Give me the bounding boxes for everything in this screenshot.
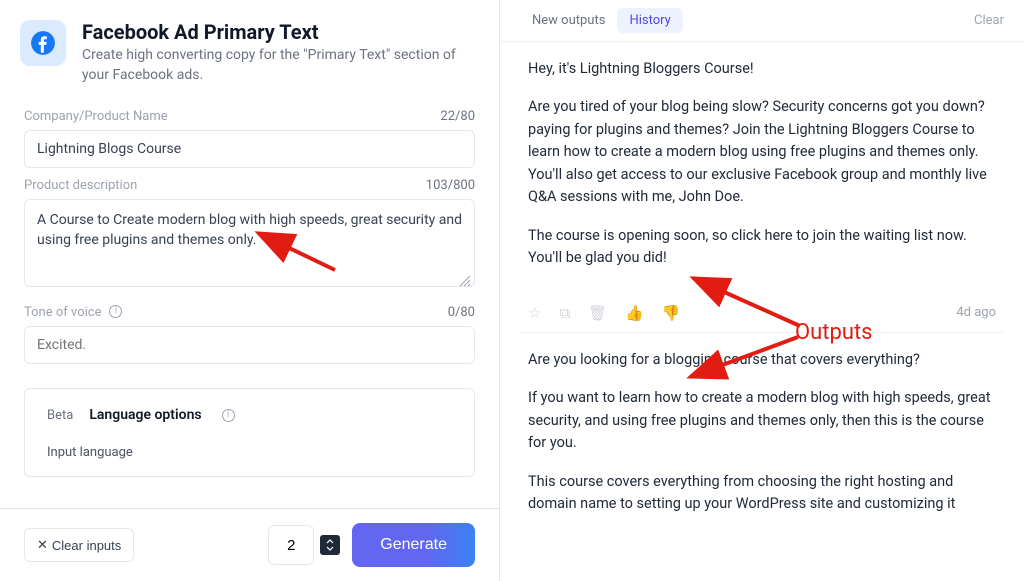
output-toolbar: ☆ ⧉ 🗑 👍 👎 4d ago (520, 298, 1004, 333)
input-language-label: Input language (47, 445, 452, 460)
template-header: Facebook Ad Primary Text Create high con… (0, 0, 499, 99)
info-icon: i (109, 305, 122, 318)
tab-new-outputs[interactable]: New outputs (520, 8, 617, 33)
facebook-icon (20, 20, 66, 66)
close-icon: ✕ (37, 537, 48, 553)
form-panel: Facebook Ad Primary Text Create high con… (0, 0, 500, 581)
output-text: The course is opening soon, so click her… (528, 225, 996, 270)
output-tabs: New outputs History Clear (500, 0, 1024, 42)
output-text: Hey, it's Lightning Bloggers Course! (528, 58, 996, 80)
tone-label: Tone of voice (24, 305, 101, 320)
tab-history[interactable]: History (617, 8, 682, 33)
output-text: If you want to learn how to create a mod… (528, 387, 996, 454)
star-icon[interactable]: ☆ (528, 304, 541, 322)
description-field: Product description 103/800 (24, 178, 475, 291)
clear-inputs-button[interactable]: ✕ Clear inputs (24, 528, 134, 562)
trash-icon[interactable]: 🗑 (588, 304, 607, 322)
description-label: Product description (24, 178, 137, 193)
company-label: Company/Product Name (24, 109, 168, 124)
beta-badge: Beta (47, 408, 73, 423)
info-icon: i (222, 409, 235, 422)
thumbs-up-icon[interactable]: 👍 (625, 304, 644, 322)
thumbs-down-icon[interactable]: 👎 (662, 304, 681, 322)
output-card[interactable]: Hey, it's Lightning Bloggers Course! Are… (520, 42, 1004, 298)
company-count: 22/80 (440, 109, 475, 124)
output-text: Are you looking for a blogging course th… (528, 349, 996, 371)
output-panel: New outputs History Clear Hey, it's Ligh… (500, 0, 1024, 581)
output-card[interactable]: Are you looking for a blogging course th… (520, 333, 1004, 544)
generate-button[interactable]: Generate (352, 523, 475, 567)
page-title: Facebook Ad Primary Text (82, 20, 475, 44)
tone-field: Tone of voice i 0/80 (24, 301, 475, 364)
clear-label: Clear inputs (52, 538, 121, 553)
output-text: Are you tired of your blog being slow? S… (528, 96, 996, 208)
company-input[interactable] (24, 130, 475, 168)
description-input[interactable] (24, 199, 475, 287)
output-text: This course covers everything from choos… (528, 471, 996, 516)
form-footer: ✕ Clear inputs Generate (0, 508, 499, 581)
language-title: Language options (89, 407, 201, 423)
company-field: Company/Product Name 22/80 (24, 109, 475, 168)
page-subtitle: Create high converting copy for the "Pri… (82, 46, 475, 85)
language-options: Beta Language options i Input language (24, 388, 475, 477)
clear-outputs-button[interactable]: Clear (974, 13, 1004, 28)
quantity-stepper[interactable] (268, 525, 314, 565)
tone-count: 0/80 (448, 305, 475, 320)
description-count: 103/800 (426, 178, 475, 193)
stepper-control-icon[interactable] (320, 535, 340, 555)
timestamp: 4d ago (956, 305, 996, 320)
tone-input[interactable] (24, 326, 475, 364)
copy-icon[interactable]: ⧉ (559, 304, 570, 322)
